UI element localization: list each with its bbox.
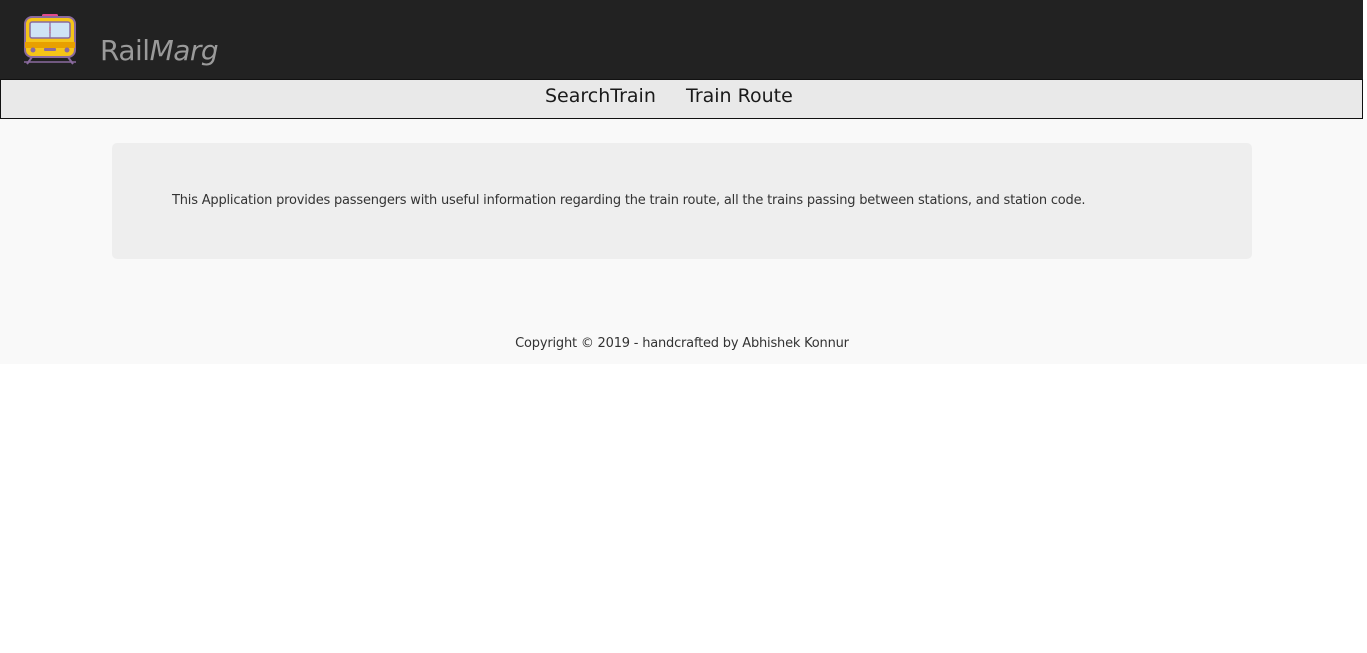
- brand-title[interactable]: RailMarg: [100, 31, 219, 71]
- info-card: This Application provides passengers wit…: [112, 143, 1252, 259]
- svg-text:!: !: [48, 26, 51, 35]
- nav-link-search-train[interactable]: SearchTrain: [545, 84, 656, 108]
- train-front-icon[interactable]: !: [22, 12, 78, 66]
- nav-link-train-route[interactable]: Train Route: [686, 84, 793, 108]
- info-description: This Application provides passengers wit…: [172, 193, 1086, 208]
- window-edge: [1363, 0, 1367, 96]
- main-content: This Application provides passengers wit…: [0, 119, 1367, 364]
- main-navbar: SearchTrain Train Route: [0, 79, 1363, 119]
- footer-copyright: Copyright © 2019 - handcrafted by Abhish…: [515, 336, 849, 351]
- brand-title-italic: Marg: [149, 34, 219, 67]
- brand-title-plain: Rail: [100, 34, 150, 67]
